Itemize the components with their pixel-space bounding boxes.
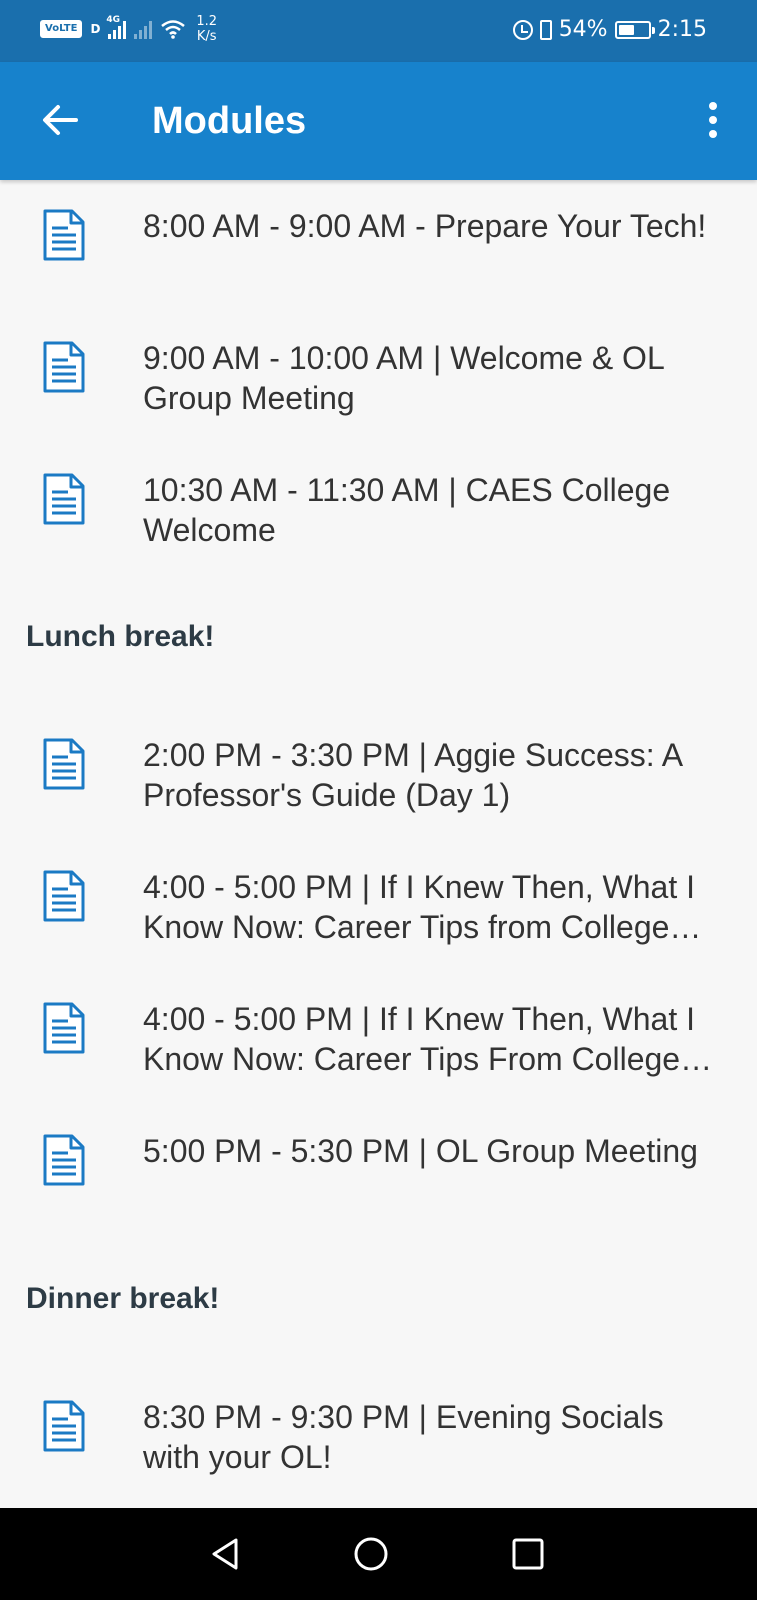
module-item[interactable]: 2:00 PM - 3:30 PM | Aggie Success: A Pro… [0,735,757,831]
network-speed-value: 1.2 [196,14,218,29]
module-item-label: 8:30 PM - 9:30 PM | Evening Socials with… [143,1399,664,1475]
vibrate-icon [539,19,552,40]
module-item-label: 8:00 AM - 9:00 AM - Prepare Your Tech! [143,208,707,244]
document-icon [42,472,86,526]
clock: 2:15 [657,17,707,42]
sim-indicator: D [90,22,101,36]
volte-badge: VoLTE [40,20,83,38]
battery-level-fill [618,24,634,35]
nav-home-button[interactable] [341,1528,401,1580]
nav-back-icon [212,1538,238,1570]
back-button[interactable] [30,90,90,150]
status-bar-right: 54% 2:15 [512,17,707,42]
module-item[interactable]: 10:30 AM - 11:30 AM | CAES College Welco… [0,470,757,566]
module-item[interactable]: 4:00 - 5:00 PM | If I Knew Then, What I … [0,867,757,963]
document-icon [42,208,86,262]
signal-sim2-icon [134,19,153,39]
status-bar-left: VoLTE D 4G 1.2 K/s [40,14,217,44]
document-icon [42,737,86,791]
module-list: 8:00 AM - 9:00 AM - Prepare Your Tech! 9:… [0,180,757,1508]
document-icon [42,869,86,923]
module-item[interactable]: 8:30 PM - 9:30 PM | Evening Socials with… [0,1397,757,1493]
module-item-label: 9:00 AM - 10:00 AM | Welcome & OL Group … [143,340,664,416]
more-vert-icon [709,102,717,110]
module-item-label: 2:00 PM - 3:30 PM | Aggie Success: A Pro… [143,737,682,813]
status-bar: VoLTE D 4G 1.2 K/s 54% 2:15 [0,0,757,62]
module-item-label: 4:00 - 5:00 PM | If I Knew Then, What I … [143,869,695,945]
module-item-label: 5:00 PM - 5:30 PM | OL Group Meeting [143,1133,698,1169]
network-speed: 1.2 K/s [196,14,217,44]
network-speed-unit: K/s [196,29,217,44]
section-header: Dinner break! [26,1282,220,1315]
alarm-icon [512,19,533,40]
document-icon [42,1001,86,1055]
module-item[interactable]: 9:00 AM - 10:00 AM | Welcome & OL Group … [0,338,757,434]
module-item[interactable]: 5:00 PM - 5:30 PM | OL Group Meeting [0,1131,757,1227]
module-item[interactable]: 4:00 - 5:00 PM | If I Knew Then, What I … [0,999,757,1095]
battery-icon [614,20,655,39]
battery-percent: 54% [558,17,608,42]
document-icon [42,340,86,394]
arrow-back-icon [43,105,78,135]
document-icon [42,1399,86,1453]
section-header: Lunch break! [26,620,215,653]
module-item-label: 4:00 - 5:00 PM | If I Knew Then, What I … [143,1001,695,1077]
wifi-icon [161,20,186,39]
nav-recents-icon [512,1538,544,1570]
module-item-label: 10:30 AM - 11:30 AM | CAES College Welco… [143,472,671,548]
app-bar: Modules [0,62,757,180]
nav-back-button[interactable] [196,1528,256,1580]
system-nav-bar [0,1508,757,1600]
nav-recents-button[interactable] [498,1528,558,1580]
overflow-menu-button[interactable] [689,90,737,150]
nav-home-icon [354,1537,388,1571]
network-type: 4G [106,15,121,25]
module-item[interactable]: 8:00 AM - 9:00 AM - Prepare Your Tech! [0,206,757,302]
signal-4g-icon: 4G [106,15,127,39]
page-title: Modules [152,100,307,142]
document-icon [42,1133,86,1187]
